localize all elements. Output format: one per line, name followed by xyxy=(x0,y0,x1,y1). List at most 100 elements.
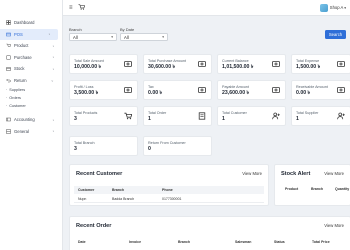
money-icon xyxy=(198,60,206,68)
chevron-right-icon: › xyxy=(52,117,54,123)
stat-card-value: 3 xyxy=(74,146,77,152)
recent-order-title: Recent Order xyxy=(76,223,112,229)
sidebar-subitem-suppliers[interactable]: · Suppliers xyxy=(0,86,62,94)
sidebar-item-label: General xyxy=(14,128,29,134)
sidebar-item-pos[interactable]: POS › xyxy=(0,28,58,40)
search-button[interactable]: Search xyxy=(325,30,346,39)
sidebar-item-label: Dashboard xyxy=(14,20,35,26)
sidebar-item-dashboard[interactable]: Dashboard xyxy=(0,17,62,29)
stat-card-total-branch: Total Branch 3 xyxy=(69,136,138,156)
stat-card-value: 1 xyxy=(222,116,225,122)
table-cell: Badda Branch xyxy=(112,196,135,201)
stat-card-value: 30,600.00 ৳ xyxy=(148,64,176,70)
table-header: Customer Branch Phone xyxy=(74,186,264,194)
recent-customer-title: Recent Customer xyxy=(76,171,123,177)
sidebar-item-label: Stock xyxy=(14,66,25,72)
cart-icon[interactable] xyxy=(78,3,85,12)
stat-card-payable-amount: Payable Amount 23,600.00 ৳ xyxy=(217,80,286,100)
column-header: Invoice xyxy=(129,240,142,244)
chevron-right-icon: › xyxy=(52,128,54,134)
column-header: Quantity xyxy=(335,187,350,191)
sidebar-item-product[interactable]: Product › xyxy=(0,40,62,52)
sidebar-item-return[interactable]: Return ⌄ xyxy=(0,75,62,87)
stat-card-label: Payable Amount xyxy=(222,85,249,89)
sidebar-item-accounting[interactable]: Accounting › xyxy=(0,114,62,126)
branch-select[interactable]: All ▾ xyxy=(69,33,117,41)
pos-icon xyxy=(6,32,11,37)
stat-card-label: Receivable Amount xyxy=(296,85,328,89)
avatar[interactable] xyxy=(320,4,328,12)
chevron-down-icon: ▾ xyxy=(162,35,164,39)
general-icon xyxy=(6,129,11,134)
recent-customer-view-more[interactable]: View More xyxy=(242,171,262,176)
table-header: Product Branch Quantity xyxy=(279,185,350,193)
hamburger-icon[interactable]: ≡ xyxy=(69,5,73,11)
recent-order-panel: Recent Order View More Date Invoice Bran… xyxy=(69,216,350,250)
column-header: Branch xyxy=(112,188,125,192)
stat-card-label: Total Expense xyxy=(296,59,320,63)
sidebar-subitem-orders[interactable]: · Orders xyxy=(0,94,62,102)
money-icon xyxy=(198,86,206,94)
stat-card-value: 0 xyxy=(148,146,151,152)
stat-card-receivable-amount: Receivable Amount 0.00 ৳ xyxy=(291,80,350,100)
bydate-label: By Date xyxy=(120,27,135,32)
table-header: Date Invoice Branch Salesman Status Tota… xyxy=(74,238,346,246)
stat-card-total-customer: Total Customer 1 xyxy=(217,106,286,126)
stat-card-current-balance: Current Balance 1,01,500.00 ৳ xyxy=(217,54,286,74)
stat-card-label: Total Supplier xyxy=(296,111,319,115)
sidebar-item-label: Product xyxy=(14,43,29,49)
stat-card-total-purchase: Total Purchase Amount 30,600.00 ৳ xyxy=(143,54,212,74)
sidebar-item-stock[interactable]: Stock › xyxy=(0,63,62,75)
bydate-select[interactable]: All ▾ xyxy=(120,33,168,41)
stat-card-profit-loss: Profit / Loss 3,500.00 ৳ xyxy=(69,80,138,100)
stat-card-value: 3 xyxy=(74,116,77,122)
sidebar-subitem-label: Suppliers xyxy=(9,88,26,92)
column-header: Salesman xyxy=(235,240,252,244)
table-row[interactable]: Nupn Badda Branch 0177300001 xyxy=(74,195,264,203)
chevron-down-icon: ⌄ xyxy=(50,77,54,83)
recent-customer-panel: Recent Customer View More Customer Branc… xyxy=(69,164,269,206)
product-icon xyxy=(6,43,11,48)
sidebar-item-label: Return xyxy=(14,77,27,83)
stat-card-total-expense: Total Expense 1,500.00 ৳ xyxy=(291,54,350,74)
sidebar-item-purchase[interactable]: Purchase › xyxy=(0,52,62,64)
money-icon xyxy=(124,60,132,68)
stat-card-total-sale: Total Sale Amount 10,000.00 ৳ xyxy=(69,54,138,74)
stat-card-label: Total Branch xyxy=(74,141,95,145)
money-icon xyxy=(272,86,280,94)
shop-selector[interactable]: Shop A ▾ xyxy=(330,5,346,10)
sidebar-item-label: Accounting xyxy=(14,117,35,123)
add-user-icon xyxy=(337,112,345,120)
table-cell: Nupn xyxy=(78,196,87,201)
main-content: Branch All ▾ By Date All ▾ Search Total … xyxy=(63,16,350,250)
recent-order-view-more[interactable]: View More xyxy=(324,223,344,228)
cart-icon xyxy=(124,112,132,120)
stat-card-value: 0.00 ৳ xyxy=(296,90,311,96)
table-cell: 0177300001 xyxy=(162,196,182,201)
money-icon xyxy=(337,86,345,94)
branch-label: Branch xyxy=(69,27,82,32)
stat-card-tax: Tax 0.00 ৳ xyxy=(143,80,212,100)
money-icon xyxy=(337,60,345,68)
stat-card-label: Total Purchase Amount xyxy=(148,59,186,63)
stock-alert-title: Stock Alert xyxy=(281,171,311,177)
stat-card-label: Total Products xyxy=(74,111,98,115)
stock-alert-view-more[interactable]: View More xyxy=(324,171,344,176)
order-icon xyxy=(198,112,206,120)
topbar: ≡ Shop A ▾ xyxy=(63,0,350,16)
stat-card-label: Total Order xyxy=(148,111,167,115)
sidebar-subitem-label: Customer xyxy=(9,104,26,108)
chevron-down-icon: ▾ xyxy=(344,6,346,10)
add-user-icon xyxy=(272,112,280,120)
stock-alert-panel: Stock Alert View More Product Branch Qua… xyxy=(274,164,350,206)
sidebar-subitem-customer[interactable]: · Customer xyxy=(0,102,62,110)
stock-icon xyxy=(6,66,11,71)
stat-card-value: 1,01,500.00 ৳ xyxy=(222,64,254,70)
sidebar-item-general[interactable]: General › xyxy=(0,126,62,138)
stat-card-label: Total Customer xyxy=(222,111,247,115)
sidebar-subitem-label: Orders xyxy=(9,96,21,100)
money-icon xyxy=(272,60,280,68)
column-header: Customer xyxy=(78,188,95,192)
chevron-right-icon: › xyxy=(48,31,50,37)
chevron-right-icon: › xyxy=(52,54,54,60)
